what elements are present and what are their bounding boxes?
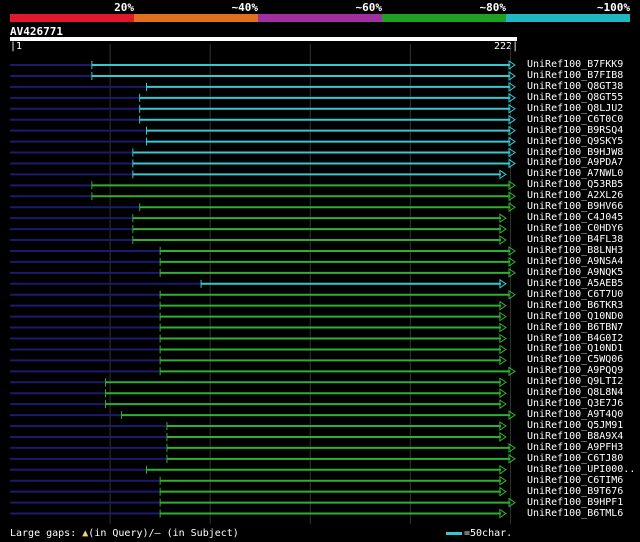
hit-label-2[interactable]: UniRef100_Q8GT38 (527, 81, 623, 92)
hit-label-1[interactable]: UniRef100_B7FIB8 (527, 70, 623, 81)
hit-label-37[interactable]: UniRef100_UPI000.. (527, 464, 635, 475)
hit-label-15[interactable]: UniRef100_C0HDY6 (527, 224, 623, 234)
hit-label-24[interactable]: UniRef100_B6TBN7 (527, 322, 623, 333)
hit-label-3[interactable]: UniRef100_Q8GT55 (527, 92, 623, 103)
hit-label-35[interactable]: UniRef100_A9PFH3 (527, 442, 623, 453)
hit-label-25[interactable]: UniRef100_B4G0I2 (527, 333, 623, 344)
subject-gap-text: (in Subject) (160, 528, 239, 539)
hit-label-14[interactable]: UniRef100_C4J045 (527, 213, 623, 223)
hit-label-5[interactable]: UniRef100_C6T0C0 (527, 114, 623, 125)
hit-label-30[interactable]: UniRef100_Q8L8N4 (527, 388, 623, 398)
gaps-legend: Large gaps: ▲(in Query)/— (in Subject) (10, 528, 239, 539)
hit-label-9[interactable]: UniRef100_A9PDA7 (527, 158, 623, 168)
scale-legend: =50char. (446, 528, 512, 539)
hit-label-26[interactable]: UniRef100_Q10ND1 (527, 344, 623, 354)
hit-label-32[interactable]: UniRef100_A9T4Q0 (527, 410, 623, 420)
hit-label-27[interactable]: UniRef100_C5WQ06 (527, 355, 623, 365)
hit-label-12[interactable]: UniRef100_A2XL26 (527, 191, 623, 201)
hit-label-33[interactable]: UniRef100_Q5JM91 (527, 421, 623, 431)
hit-label-11[interactable]: UniRef100_Q53RB5 (527, 180, 623, 190)
hit-label-10[interactable]: UniRef100_A7NWL0 (527, 169, 623, 179)
hit-label-8[interactable]: UniRef100_B9HJW8 (527, 147, 623, 158)
gaps-text: Large gaps: (10, 528, 77, 539)
hit-label-40[interactable]: UniRef100_B9HPF1 (527, 497, 623, 508)
scale-text: =50char. (464, 528, 513, 539)
scale-line-icon (446, 531, 462, 535)
hit-label-20[interactable]: UniRef100_A5AEB5 (527, 278, 623, 289)
hit-label-19[interactable]: UniRef100_A9NQK5 (527, 267, 623, 278)
hit-label-31[interactable]: UniRef100_Q3E7J6 (527, 399, 623, 409)
hit-label-41[interactable]: UniRef100_B6TML6 (527, 508, 623, 519)
hit-label-0[interactable]: UniRef100_B7FKK9 (527, 60, 623, 70)
hit-label-16[interactable]: UniRef100_B4FL38 (527, 235, 623, 245)
hit-label-21[interactable]: UniRef100_C6T7U0 (527, 289, 623, 300)
hit-label-34[interactable]: UniRef100_B8A9X4 (527, 431, 623, 442)
hit-label-6[interactable]: UniRef100_B9RSQ4 (527, 125, 623, 136)
hit-label-13[interactable]: UniRef100_B9HV66 (527, 202, 623, 212)
hit-label-23[interactable]: UniRef100_Q10ND0 (527, 311, 623, 322)
hit-label-38[interactable]: UniRef100_C6TIM6 (527, 475, 623, 486)
query-gap-text: (in Query)/ (88, 528, 155, 539)
hit-label-39[interactable]: UniRef100_B9T676 (527, 486, 623, 497)
hit-label-28[interactable]: UniRef100_A9PQQ9 (527, 366, 623, 376)
hit-label-17[interactable]: UniRef100_B8LNH3 (527, 245, 623, 256)
hit-label-4[interactable]: UniRef100_Q8LJU2 (527, 103, 623, 114)
hit-label-36[interactable]: UniRef100_C6TJ80 (527, 453, 623, 464)
hit-label-7[interactable]: UniRef100_Q9SKY5 (527, 136, 623, 147)
hit-label-18[interactable]: UniRef100_A9NSA4 (527, 256, 623, 267)
hit-labels: UniRef100_B7FKK9 UniRef100_B7FIB8 UniRef10… (0, 0, 640, 542)
hit-label-22[interactable]: UniRef100_B6TKR3 (527, 300, 623, 311)
hit-label-29[interactable]: UniRef100_Q9LTI2 (527, 377, 623, 387)
